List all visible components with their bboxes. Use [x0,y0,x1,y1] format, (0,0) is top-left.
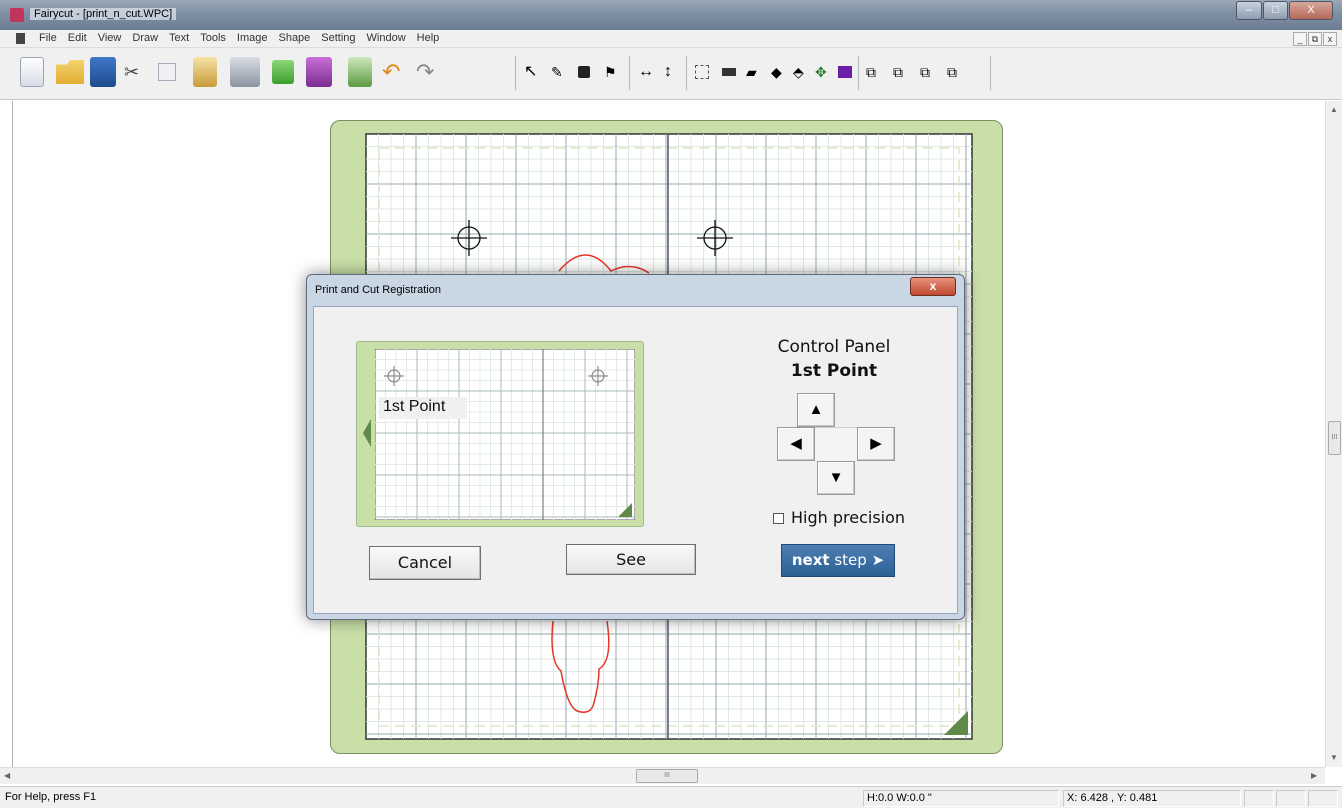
toolbar-separator [858,56,859,90]
mdi-close-button[interactable]: x [1323,32,1337,46]
preview-left-marker [363,419,371,447]
status-indicator [1244,790,1274,807]
save-disk-icon[interactable] [90,57,116,87]
color-icon[interactable] [838,66,852,78]
flip-horizontal-icon[interactable]: ↔ [638,63,656,81]
move-right-button[interactable]: ▶ [857,427,895,461]
menu-text[interactable]: Text [169,32,189,44]
weld-icon[interactable]: ⚑ [604,63,622,81]
minimize-button[interactable]: – [1236,1,1262,20]
copy-icon[interactable] [158,63,176,81]
library-book-icon[interactable] [306,57,332,87]
menu-file[interactable]: File [39,32,57,44]
shape-icon[interactable]: ⬘ [793,63,811,81]
align-4-icon[interactable]: ⧉ [947,63,965,81]
print-cut-registration-dialog: Print and Cut Registration x 1st Point C… [306,274,965,620]
cancel-button[interactable]: Cancel [369,546,481,580]
fill-icon[interactable] [578,66,590,78]
menu-view[interactable]: View [98,32,122,44]
new-file-icon[interactable] [20,57,44,87]
status-indicator [1276,790,1306,807]
move-icon[interactable]: ✥ [815,63,833,81]
menu-shape[interactable]: Shape [278,32,310,44]
arrow-pad-center [815,427,857,461]
horizontal-scroll-thumb[interactable]: III [636,769,698,783]
scroll-right-icon[interactable]: ▶ [1311,771,1317,780]
dialog-title: Print and Cut Registration [315,284,441,296]
menu-image[interactable]: Image [237,32,268,44]
toolbar: ✂ ↶ ↷ ↖ ✎ ⚑ ↔ ↕ ▰ ◆ ⬘ ✥ ⧉ ⧉ ⧉ ⧉ [0,48,1342,100]
status-help-text: For Help, press F1 [5,791,97,803]
toolbar-separator [629,56,630,90]
toolbar-separator [515,56,516,90]
status-indicator [1308,790,1338,807]
flip-vertical-icon[interactable]: ↕ [664,63,682,81]
open-folder-icon[interactable] [56,60,84,84]
redo-icon[interactable]: ↷ [416,61,434,83]
align-2-icon[interactable]: ⧉ [893,63,911,81]
cut-scissors-icon[interactable]: ✂ [124,63,142,81]
title-bar: Fairycut - [print_n_cut.WPC] – □ X [0,0,1342,30]
scroll-down-icon[interactable]: ▼ [1330,753,1338,762]
menu-bar: File Edit View Draw Text Tools Image Sha… [0,30,1342,48]
bucket-icon[interactable]: ◆ [771,63,789,81]
vertical-scroll-thumb[interactable]: III [1328,421,1341,455]
node-edit-icon[interactable]: ✎ [551,63,569,81]
vertical-scrollbar[interactable]: ▲ III ▼ [1325,101,1342,767]
high-precision-label[interactable]: High precision [791,508,905,527]
refresh-icon[interactable] [272,60,294,84]
status-coordinates: X: 6.428 , Y: 0.481 [1063,790,1241,807]
move-left-button[interactable]: ◀ [777,427,815,461]
menu-edit[interactable]: Edit [68,32,87,44]
control-panel-point: 1st Point [790,361,878,381]
scroll-up-icon[interactable]: ▲ [1330,105,1338,114]
document-menu-icon[interactable] [16,33,25,44]
menu-draw[interactable]: Draw [132,32,158,44]
menu-window[interactable]: Window [367,32,406,44]
print-icon[interactable] [230,57,260,87]
move-up-button[interactable]: ▲ [797,393,835,427]
see-button[interactable]: See [566,544,696,575]
preview-grid [375,349,635,520]
preview-point-label: 1st Point [379,397,467,419]
status-size: H:0.0 W:0.0 " [863,790,1059,807]
move-down-button[interactable]: ▼ [817,461,855,495]
preview-mat: 1st Point [356,341,644,527]
horizontal-scrollbar[interactable]: ◀ III ▶ [0,767,1325,784]
maximize-button[interactable]: □ [1263,1,1288,20]
import-icon[interactable] [348,57,372,87]
next-arrow-icon: ➤ [871,551,885,569]
group-icon[interactable] [695,65,709,79]
close-button[interactable]: X [1289,1,1333,20]
mdi-restore-button[interactable]: ⧉ [1308,32,1322,46]
control-panel-title: Control Panel [777,337,891,357]
align-1-icon[interactable]: ⧉ [866,63,884,81]
next-step-label: step [834,551,867,569]
align-3-icon[interactable]: ⧉ [920,63,938,81]
toolbar-separator [990,56,991,90]
next-step-label-bold: next [791,551,830,569]
scroll-left-icon[interactable]: ◀ [4,771,10,780]
dialog-body: 1st Point Control Panel 1st Point ▲ ◀ ▶ … [313,306,958,614]
select-arrow-icon[interactable]: ↖ [524,63,542,81]
eraser-icon[interactable]: ▰ [746,63,764,81]
menu-tools[interactable]: Tools [200,32,226,44]
mdi-minimize-button[interactable]: _ [1293,32,1307,46]
window-title: Fairycut - [print_n_cut.WPC] [30,8,177,20]
dialog-close-button[interactable]: x [910,277,956,296]
rectangle-icon[interactable] [722,68,736,76]
high-precision-checkbox[interactable] [773,513,784,524]
menu-setting[interactable]: Setting [321,32,355,44]
paste-icon[interactable] [193,57,217,87]
toolbar-separator [686,56,687,90]
menu-help[interactable]: Help [417,32,440,44]
next-step-button[interactable]: next step ➤ [781,544,895,577]
undo-icon[interactable]: ↶ [382,61,400,83]
status-bar: For Help, press F1 H:0.0 W:0.0 " X: 6.42… [0,786,1342,808]
fairycut-app-icon [10,8,24,22]
